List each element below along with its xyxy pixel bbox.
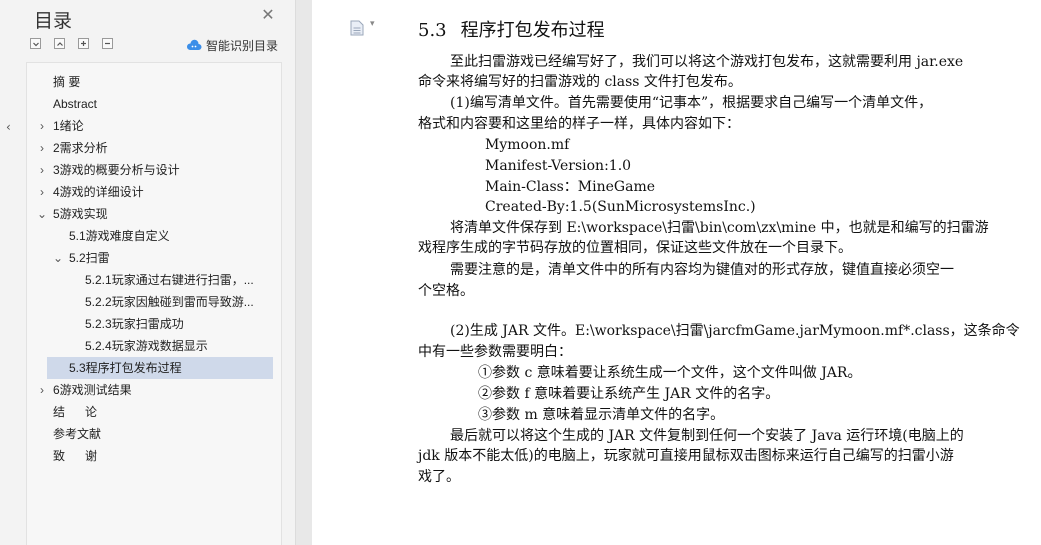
toc-item[interactable]: ⌄ 5游戏实现 xyxy=(27,203,281,225)
paragraph-line: 至此扫雷游戏已经编写好了，我们可以将这个游戏打包发布，这就需要利用 jar.ex… xyxy=(450,54,964,70)
remove-heading-icon[interactable] xyxy=(102,38,113,49)
toc-item[interactable]: › 2需求分析 xyxy=(27,137,281,159)
toc-item-label: 5游戏实现 xyxy=(53,207,108,221)
toc-item-label: 6游戏测试结果 xyxy=(53,383,132,397)
chevron-right-icon[interactable]: › xyxy=(36,379,48,401)
paragraph-line: jdk 版本不能太低)的电脑上，玩家就可直接用鼠标双击图标来运行自己编写的扫雷小… xyxy=(418,448,954,464)
toc-item-label: 5.3程序打包发布过程 xyxy=(69,361,182,375)
toc-item-label: 结 论 xyxy=(53,405,98,419)
toc-item-selected[interactable]: 5.3程序打包发布过程 xyxy=(47,357,273,379)
document-area: ▾ 5.3 程序打包发布过程 至此扫雷游戏已经编写好了，我们可以将这个游戏打包发布… xyxy=(296,0,1041,545)
toc-item-label: 5.2扫雷 xyxy=(69,251,110,265)
manifest-line: Mymoon.mf xyxy=(485,137,570,153)
chevron-right-icon[interactable]: › xyxy=(36,181,48,203)
toc-item-label: 5.2.3玩家扫雷成功 xyxy=(85,317,184,331)
collapse-all-icon[interactable] xyxy=(30,38,41,49)
toc-item-label: 4游戏的详细设计 xyxy=(53,185,144,199)
document-icon[interactable] xyxy=(350,20,364,36)
manifest-line: Manifest-Version:1.0 xyxy=(485,158,632,174)
paragraph-line: 个空格。 xyxy=(418,283,474,299)
chevron-right-icon[interactable]: › xyxy=(36,115,48,137)
toc-item[interactable]: › 1绪论 xyxy=(27,115,281,137)
toc-list: 摘 要 Abstract › 1绪论 › 2需求分析 › 3游戏的概要分析与设计 › 4… xyxy=(26,62,282,545)
parameter-line: ①参数 c 意味着要让系统生成一个文件，这个文件叫做 JAR。 xyxy=(478,365,862,381)
toc-item[interactable]: 5.2.2玩家因触碰到雷而导致游... xyxy=(27,291,281,313)
chevron-down-icon[interactable]: ⌄ xyxy=(52,247,64,269)
toc-sidebar: 目录 ✕ 智能识别目录 ‹ 摘 要 Abstract › 1绪论 › 2需求分析 ›… xyxy=(0,0,296,545)
toc-item-label: 5.2.1玩家通过右键进行扫雷，... xyxy=(85,273,254,287)
parameter-line: ③参数 m 意味着显示清单文件的名字。 xyxy=(478,407,725,423)
toc-item[interactable]: 5.2.4玩家游戏数据显示 xyxy=(27,335,281,357)
toc-item[interactable]: 参考文献 xyxy=(27,423,281,445)
toc-item-label: 1绪论 xyxy=(53,119,84,133)
toc-item[interactable]: › 3游戏的概要分析与设计 xyxy=(27,159,281,181)
paragraph-line: 格式和内容要和这里给的样子一样，具体内容如下： xyxy=(418,116,740,132)
paragraph-line: 中有一些参数需要明白： xyxy=(418,344,572,360)
toc-item-label: 5.2.4玩家游戏数据显示 xyxy=(85,339,208,353)
toc-item[interactable]: › 6游戏测试结果 xyxy=(27,379,281,401)
heading-text: 程序打包发布过程 xyxy=(460,20,605,41)
paragraph-line: 需要注意的是，清单文件中的所有内容均为键值对的形式存放，键值直接必须空一 xyxy=(450,262,954,278)
parameter-line: ②参数 f 意味着要让系统产生 JAR 文件的名字。 xyxy=(478,386,780,402)
heading-number: 5.3 xyxy=(418,20,447,41)
paragraph-line: 命令来将编写好的扫雷游戏的 class 文件打包发布。 xyxy=(418,74,742,90)
toc-item-label: 致 谢 xyxy=(53,449,98,463)
toc-item-label: 3游戏的概要分析与设计 xyxy=(53,163,180,177)
paragraph-line: 最后就可以将这个生成的 JAR 文件复制到任何一个安装了 Java 运行环境(电… xyxy=(450,428,964,444)
toc-item[interactable]: 摘 要 xyxy=(27,71,281,93)
smart-toc-button[interactable]: 智能识别目录 xyxy=(186,36,278,54)
manifest-line: Created-By:1.5(SunMicrosystemsInc.) xyxy=(485,199,756,215)
paragraph-line: (1)编写清单文件。首先需要使用“记事本”，根据要求自己编写一个清单文件， xyxy=(450,95,933,111)
toc-item-label: 摘 要 xyxy=(53,75,81,89)
toc-item[interactable]: 致 谢 xyxy=(27,445,281,467)
toc-item[interactable]: 5.2.1玩家通过右键进行扫雷，... xyxy=(27,269,281,291)
smart-toc-label: 智能识别目录 xyxy=(206,38,279,53)
sidebar-title: 目录 xyxy=(34,11,73,32)
document-page[interactable]: ▾ 5.3 程序打包发布过程 至此扫雷游戏已经编写好了，我们可以将这个游戏打包发布… xyxy=(312,0,1041,545)
toc-item-label: 5.1游戏难度自定义 xyxy=(69,229,170,243)
chevron-down-icon[interactable]: ⌄ xyxy=(36,203,48,225)
chevron-right-icon[interactable]: › xyxy=(36,159,48,181)
toc-item[interactable]: 5.1游戏难度自定义 xyxy=(27,225,281,247)
toc-item-label: 5.2.2玩家因触碰到雷而导致游... xyxy=(85,295,254,309)
paragraph-line: 将清单文件保存到 E:\workspace\扫雷\bin\com\zx\mine… xyxy=(450,220,989,236)
expand-all-icon[interactable] xyxy=(54,38,65,49)
add-heading-icon[interactable] xyxy=(78,38,89,49)
toc-item[interactable]: › 4游戏的详细设计 xyxy=(27,181,281,203)
cloud-icon xyxy=(186,39,202,50)
toc-item[interactable]: 结 论 xyxy=(27,401,281,423)
paragraph-line: 戏程序生成的字节码存放的位置相同，保证这些文件放在一个目录下。 xyxy=(418,240,852,256)
paragraph-line: (2)生成 JAR 文件。E:\workspace\扫雷\jarcfmGame.… xyxy=(450,323,1020,339)
toc-item[interactable]: ⌄ 5.2扫雷 xyxy=(27,247,281,269)
close-icon[interactable]: ✕ xyxy=(259,6,277,24)
toc-item-label: 2需求分析 xyxy=(53,141,108,155)
toc-item[interactable]: Abstract xyxy=(27,93,281,115)
manifest-line: Main-Class：MineGame xyxy=(485,179,656,195)
chevron-right-icon[interactable]: › xyxy=(36,137,48,159)
chevron-left-icon[interactable]: ‹ xyxy=(6,120,11,134)
section-heading: 5.3 程序打包发布过程 xyxy=(418,16,605,42)
toc-item-label: 参考文献 xyxy=(53,427,102,441)
paragraph-line: 戏了。 xyxy=(418,469,460,485)
dropdown-caret-icon[interactable]: ▾ xyxy=(370,19,375,29)
toc-item-label: Abstract xyxy=(53,97,98,111)
toc-item[interactable]: 5.2.3玩家扫雷成功 xyxy=(27,313,281,335)
